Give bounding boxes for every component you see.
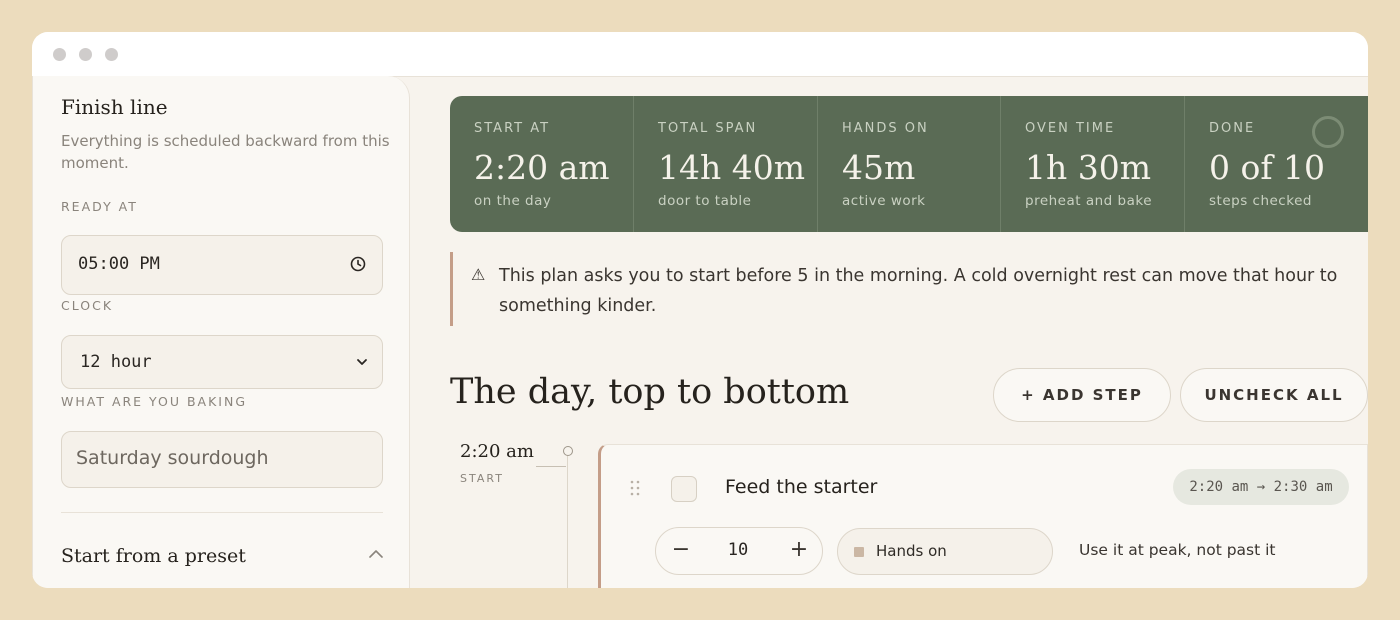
stat-label: START AT [474,121,551,136]
stat-value: 14h 40m [658,148,806,187]
stat-oven-time: OVEN TIME 1h 30m preheat and bake [1000,96,1184,232]
app-window: Finish line Everything is scheduled back… [32,32,1368,588]
stat-sub: door to table [658,193,752,209]
stat-label: HANDS ON [842,121,929,136]
step-card: Feed the starter 2:20 am → 2:30 am − 10 … [598,444,1368,588]
step-type-select[interactable]: Hands on [837,528,1053,575]
window-dot-icon[interactable] [105,48,118,61]
stat-value: 2:20 am [474,148,610,187]
duration-value[interactable]: 10 [718,540,758,560]
timeline-start-marker: START [460,472,504,485]
window-dot-icon[interactable] [79,48,92,61]
stat-sub: active work [842,193,926,209]
chevron-up-icon[interactable] [368,548,384,560]
timeline-node-icon [563,446,573,456]
uncheck-all-button[interactable]: UNCHECK ALL [1180,368,1368,422]
schedule-heading: The day, top to bottom [450,372,850,412]
title-bar [32,32,1368,77]
timeline-line [567,456,568,588]
clock-label: CLOCK [61,298,114,313]
stat-value: 45m [842,148,916,187]
clock-icon[interactable] [350,256,366,272]
stat-sub: preheat and bake [1025,193,1153,209]
stat-hands-on: HANDS ON 45m active work [817,96,1000,232]
progress-ring-icon [1312,116,1344,148]
baking-name-input[interactable]: Saturday sourdough [61,431,383,488]
baking-name-value: Saturday sourdough [76,447,269,469]
warning-icon: ⚠ [471,265,486,284]
baking-label: WHAT ARE YOU BAKING [61,394,248,409]
decrement-button[interactable]: − [668,538,694,564]
timeline-connector [536,466,566,467]
sidebar-title: Finish line [61,95,168,119]
window-dot-icon[interactable] [53,48,66,61]
ready-at-label: READY AT [61,199,138,214]
ready-time-input[interactable]: 05:00 PM [61,235,383,295]
step-note[interactable]: Use it at peak, not past it [1079,541,1276,559]
early-start-warning: ⚠ This plan asks you to start before 5 i… [450,252,1368,326]
sidebar: Finish line Everything is scheduled back… [32,76,410,588]
stat-sub: on the day [474,193,552,209]
stat-start-at: START AT 2:20 am on the day [450,96,633,232]
stat-total-span: TOTAL SPAN 14h 40m door to table [633,96,817,232]
step-checkbox[interactable] [671,476,697,502]
timeline-time: 2:20 am [460,441,534,462]
clock-select[interactable]: 12 hour [61,335,383,389]
sidebar-divider [61,512,383,513]
stat-label: OVEN TIME [1025,121,1116,136]
stat-label: TOTAL SPAN [658,121,758,136]
stats-panel: START AT 2:20 am on the day TOTAL SPAN 1… [450,96,1368,232]
stat-label: DONE [1209,121,1256,136]
chevron-down-icon [357,359,367,365]
increment-button[interactable]: + [786,538,812,564]
drag-handle-icon[interactable] [629,479,641,497]
stat-value: 1h 30m [1025,148,1152,187]
step-type-label: Hands on [876,542,947,560]
clock-select-value: 12 hour [80,352,152,372]
duration-stepper: − 10 + [655,527,823,575]
preset-toggle[interactable]: Start from a preset [61,545,246,567]
stat-value: 0 of 10 [1209,148,1326,187]
stat-done: DONE 0 of 10 steps checked [1184,96,1368,232]
sidebar-subtitle: Everything is scheduled backward from th… [61,132,390,172]
add-step-button[interactable]: + ADD STEP [993,368,1171,422]
step-time-range: 2:20 am → 2:30 am [1173,469,1349,505]
ready-time-value: 05:00 PM [78,254,160,274]
warning-text: This plan asks you to start before 5 in … [499,266,1338,316]
step-name[interactable]: Feed the starter [725,476,877,498]
type-swatch-icon [854,547,864,557]
stat-sub: steps checked [1209,193,1312,209]
